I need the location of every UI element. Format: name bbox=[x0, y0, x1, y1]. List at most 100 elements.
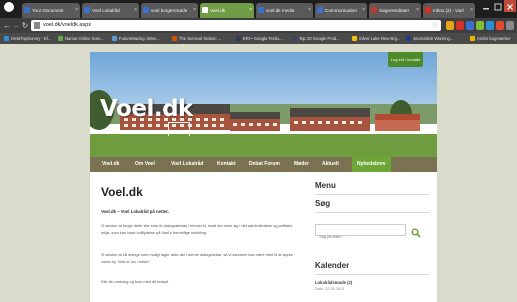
browser-tab[interactable]: voel borgerrmøde × bbox=[141, 3, 198, 18]
page-title: Voel.dk bbox=[101, 185, 143, 199]
bookmark-item[interactable]: Andre bogmærker bbox=[470, 33, 511, 44]
banner-lawn bbox=[90, 134, 437, 157]
bookmark-label: Andre bogmærker bbox=[477, 36, 511, 41]
menu-item-aktuelt[interactable]: Aktuelt bbox=[322, 157, 339, 172]
page-subtitle: Voel.dk – Voel Lokalråd på nettet. bbox=[101, 209, 169, 214]
extension-icon[interactable] bbox=[476, 21, 484, 30]
minimize-icon[interactable] bbox=[480, 0, 492, 12]
search-icon[interactable] bbox=[411, 225, 421, 238]
tab-favicon-icon bbox=[425, 7, 431, 13]
bookmark-label: ERI • Google Tecko... bbox=[243, 36, 283, 41]
tab-favicon-icon bbox=[258, 7, 264, 13]
site-logo[interactable]: Voel.dk bbox=[100, 96, 193, 122]
browser-toolbar: ← → ↻ voel.dk/voeldk.aspx ☆ bbox=[0, 18, 517, 33]
menu-item-debat-forum[interactable]: Debat Forum bbox=[249, 157, 280, 172]
hall-roof bbox=[230, 112, 280, 119]
calendar-event-link[interactable]: Lokalrådsmøde (2) bbox=[315, 280, 352, 285]
browser-tab[interactable]: Your Document × bbox=[22, 3, 80, 18]
page-viewport: Voel.dk Log ind / kontakt Voel.dk Om Voe… bbox=[0, 44, 517, 302]
bookmark-item[interactable]: Top 10 Google Prod... bbox=[292, 33, 340, 44]
sidebar-calendar-heading: Kalender bbox=[315, 261, 350, 270]
tab-close-icon[interactable]: × bbox=[470, 3, 473, 18]
football-goal bbox=[168, 122, 190, 136]
tab-favicon-icon bbox=[202, 7, 208, 13]
shed-building bbox=[375, 120, 420, 131]
tab-close-icon[interactable]: × bbox=[362, 3, 365, 18]
extension-icon[interactable] bbox=[466, 21, 474, 30]
search-input[interactable] bbox=[316, 232, 405, 242]
bookmark-item[interactable]: DeskTopSurvey - El... bbox=[4, 33, 51, 44]
wrench-menu-icon[interactable] bbox=[506, 21, 514, 30]
tab-close-icon[interactable]: × bbox=[249, 3, 252, 18]
tab-label: Inbox (2) - voel bbox=[433, 8, 464, 13]
bookmark-star-icon[interactable]: ☆ bbox=[432, 20, 438, 31]
tab-label: Your Document bbox=[32, 8, 64, 13]
bookmark-item[interactable]: Journalism Warning... bbox=[406, 33, 453, 44]
browser-tab[interactable]: voel.dk media × bbox=[256, 3, 313, 18]
tab-close-icon[interactable]: × bbox=[193, 3, 196, 18]
site-container: Voel.dk Log ind / kontakt Voel.dk Om Voe… bbox=[90, 52, 437, 302]
bookmark-favicon-icon bbox=[58, 36, 63, 41]
folder-icon bbox=[470, 36, 475, 41]
sidebar: Menu Søg Kalender Lokalrådsmøde (2) Dato… bbox=[313, 172, 433, 302]
tab-label: voel borgerrmøde bbox=[151, 8, 188, 13]
divider bbox=[315, 274, 430, 275]
bookmark-label: DeskTopSurvey - El... bbox=[11, 36, 52, 41]
tab-close-icon[interactable]: × bbox=[308, 3, 311, 18]
menu-item-moeder[interactable]: Møder bbox=[294, 157, 309, 172]
sidebar-search-heading: Søg bbox=[315, 199, 331, 208]
tab-close-icon[interactable]: × bbox=[416, 3, 419, 18]
browser-tab-active[interactable]: Voel.dk × bbox=[200, 3, 254, 18]
reload-icon[interactable]: ↻ bbox=[20, 18, 30, 33]
browser-tab[interactable]: Voel Lokalråd × bbox=[82, 3, 139, 18]
bookmark-favicon-icon bbox=[236, 36, 241, 41]
bookmark-favicon-icon bbox=[406, 36, 411, 41]
bookmark-favicon-icon bbox=[4, 36, 9, 41]
extension-icon[interactable] bbox=[456, 21, 464, 30]
bookmark-item[interactable]: Silver Lake New Brg... bbox=[352, 33, 400, 44]
browser-tab[interactable]: Søgeresultater × bbox=[369, 3, 421, 18]
search-field[interactable] bbox=[315, 224, 406, 242]
tab-label: Communication bbox=[325, 8, 357, 13]
maximize-icon[interactable] bbox=[492, 0, 504, 12]
menu-item-lokalraad[interactable]: Voel Lokalråd bbox=[171, 157, 203, 172]
menu-item-home[interactable]: Voel.dk bbox=[102, 157, 119, 172]
tab-label: Voel Lokalråd bbox=[92, 8, 120, 13]
browser-tab[interactable]: Inbox (2) - voel × bbox=[423, 3, 475, 18]
menu-item-om-voel[interactable]: Om Voel bbox=[135, 157, 155, 172]
content-paragraph: Vi ønsker at så mange som muligt tager a… bbox=[101, 252, 293, 264]
tab-close-icon[interactable]: × bbox=[75, 3, 78, 18]
tab-favicon-icon bbox=[317, 7, 323, 13]
menu-item-nyhedsbrev[interactable]: Nyhedsbrev bbox=[352, 157, 391, 172]
extension-icon[interactable] bbox=[486, 21, 494, 30]
tab-favicon-icon bbox=[143, 7, 149, 13]
window-menu-icon[interactable] bbox=[4, 2, 14, 12]
bookmark-favicon-icon bbox=[112, 36, 117, 41]
menu-item-kontakt[interactable]: Kontakt bbox=[217, 157, 236, 172]
extension-icon[interactable] bbox=[446, 21, 454, 30]
bookmark-item[interactable]: The Survival Station ... bbox=[172, 33, 221, 44]
main-content: Voel.dk Voel.dk – Voel Lokalråd på nette… bbox=[90, 172, 437, 302]
tab-label: Søgeresultater bbox=[379, 8, 410, 13]
browser-tab[interactable]: Communication × bbox=[315, 3, 367, 18]
bookmark-item[interactable]: ERI • Google Tecko... bbox=[236, 33, 283, 44]
house-windows bbox=[294, 121, 366, 124]
hall-windows bbox=[233, 123, 277, 126]
house-roof bbox=[290, 108, 370, 117]
calendar-event-date: Dato: 22.05.2013 bbox=[315, 287, 345, 291]
tab-favicon-icon bbox=[84, 7, 90, 13]
house-building bbox=[290, 117, 370, 131]
login-contact-button[interactable]: Log ind / kontakt bbox=[388, 52, 423, 67]
tab-close-icon[interactable]: × bbox=[134, 3, 137, 18]
address-bar[interactable]: voel.dk/voeldk.aspx ☆ bbox=[31, 20, 441, 31]
bookmark-item[interactable]: Namut Online Surv... bbox=[58, 33, 104, 44]
content-paragraph: Vi ønsker at bruge dette site som et dia… bbox=[101, 223, 293, 235]
bookmark-label: Silver Lake New Brg... bbox=[359, 36, 401, 41]
bookmark-label: The Survival Station ... bbox=[179, 36, 222, 41]
bookmark-label: Journalism Warning... bbox=[413, 36, 454, 41]
address-url[interactable]: voel.dk/voeldk.aspx bbox=[43, 20, 91, 31]
bookmark-item[interactable]: FutureMacing: letter... bbox=[112, 33, 160, 44]
extension-icon[interactable] bbox=[496, 21, 504, 30]
close-window-icon[interactable] bbox=[504, 0, 516, 12]
tab-favicon-icon bbox=[371, 7, 377, 13]
